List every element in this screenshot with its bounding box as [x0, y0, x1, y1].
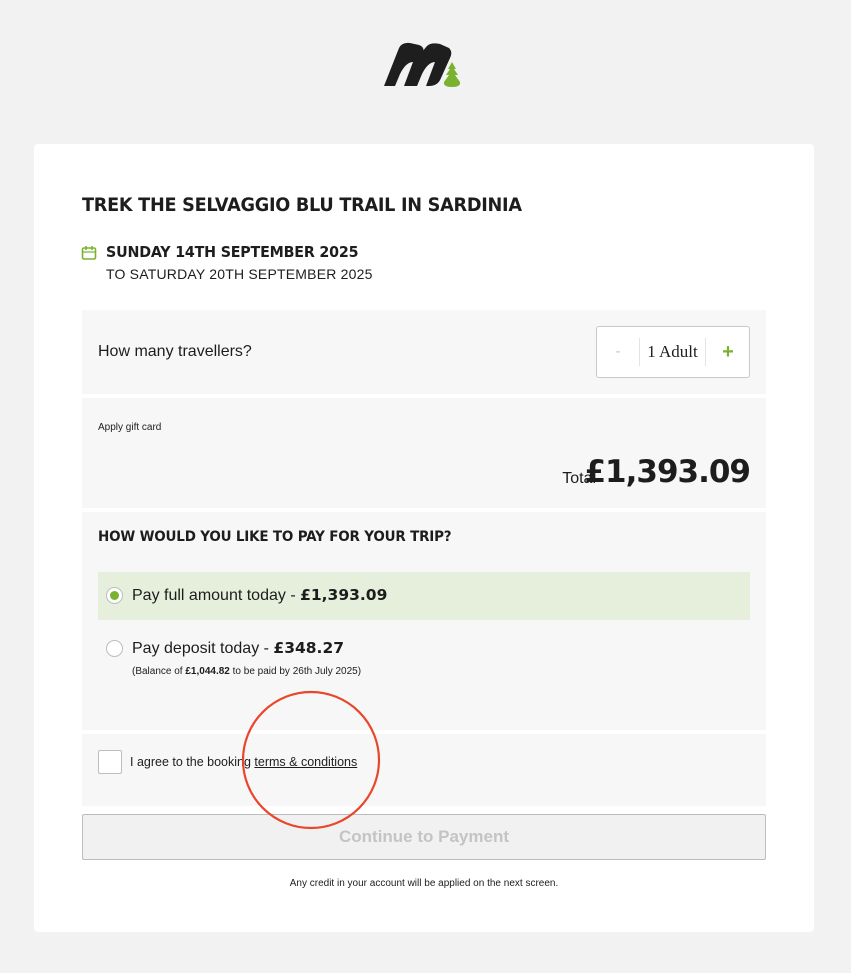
- terms-checkbox[interactable]: [98, 750, 122, 774]
- trip-start-date: SUNDAY 14TH SEPTEMBER 2025: [106, 243, 359, 261]
- pay-full-label: Pay full amount today -: [132, 587, 301, 604]
- travellers-panel: How many travellers? - 1 Adult +: [82, 310, 766, 394]
- payment-heading: HOW WOULD YOU LIKE TO PAY FOR YOUR TRIP?: [98, 529, 452, 545]
- credit-note: Any credit in your account will be appli…: [289, 878, 559, 889]
- decrease-travellers-button[interactable]: -: [597, 327, 639, 377]
- pay-deposit-radio[interactable]: [106, 640, 123, 657]
- pay-deposit-amount: £348.27: [273, 639, 345, 657]
- balance-amount: £1,044.82: [185, 666, 230, 677]
- terms-text: I agree to the booking terms & condition…: [130, 755, 357, 769]
- terms-link[interactable]: terms & conditions: [254, 755, 357, 769]
- balance-note: (Balance of £1,044.82 to be paid by 26th…: [132, 666, 361, 677]
- trip-title: TREK THE SELVAGGIO BLU TRAIL IN SARDINIA: [82, 194, 522, 216]
- pay-full-text: Pay full amount today - £1,393.09: [132, 586, 387, 605]
- travellers-count: 1 Adult: [647, 342, 698, 361]
- trip-end-date: TO SATURDAY 20TH SEPTEMBER 2025: [106, 266, 373, 282]
- travellers-stepper: - 1 Adult +: [596, 326, 750, 378]
- price-panel: Apply gift card Total £1,393.09: [82, 398, 766, 508]
- brand-logo: [384, 42, 461, 87]
- pay-full-option[interactable]: Pay full amount today - £1,393.09: [98, 572, 750, 620]
- increase-travellers-button[interactable]: +: [706, 327, 750, 377]
- terms-panel: I agree to the booking terms & condition…: [82, 734, 766, 806]
- logo-mark: [384, 42, 452, 86]
- balance-suffix: to be paid by 26th July 2025): [229, 666, 362, 677]
- travellers-label: How many travellers?: [98, 343, 252, 360]
- pay-deposit-label: Pay deposit today -: [132, 640, 274, 657]
- pay-full-amount: £1,393.09: [300, 586, 388, 604]
- apply-gift-card-link[interactable]: Apply gift card: [98, 422, 161, 433]
- pay-deposit-text: Pay deposit today - £348.27: [132, 639, 344, 658]
- pay-deposit-option[interactable]: Pay deposit today - £348.27 (Balance of …: [98, 626, 750, 686]
- calendar-icon: [81, 246, 97, 260]
- booking-card: TREK THE SELVAGGIO BLU TRAIL IN SARDINIA…: [34, 144, 814, 932]
- balance-prefix: (Balance of: [132, 666, 186, 677]
- continue-to-payment-button[interactable]: Continue to Payment: [82, 814, 766, 860]
- payment-panel: HOW WOULD YOU LIKE TO PAY FOR YOUR TRIP?…: [82, 512, 766, 730]
- total-price: £1,393.09: [584, 454, 751, 490]
- terms-prefix: I agree to the booking: [130, 755, 255, 769]
- pay-full-radio[interactable]: [106, 587, 123, 604]
